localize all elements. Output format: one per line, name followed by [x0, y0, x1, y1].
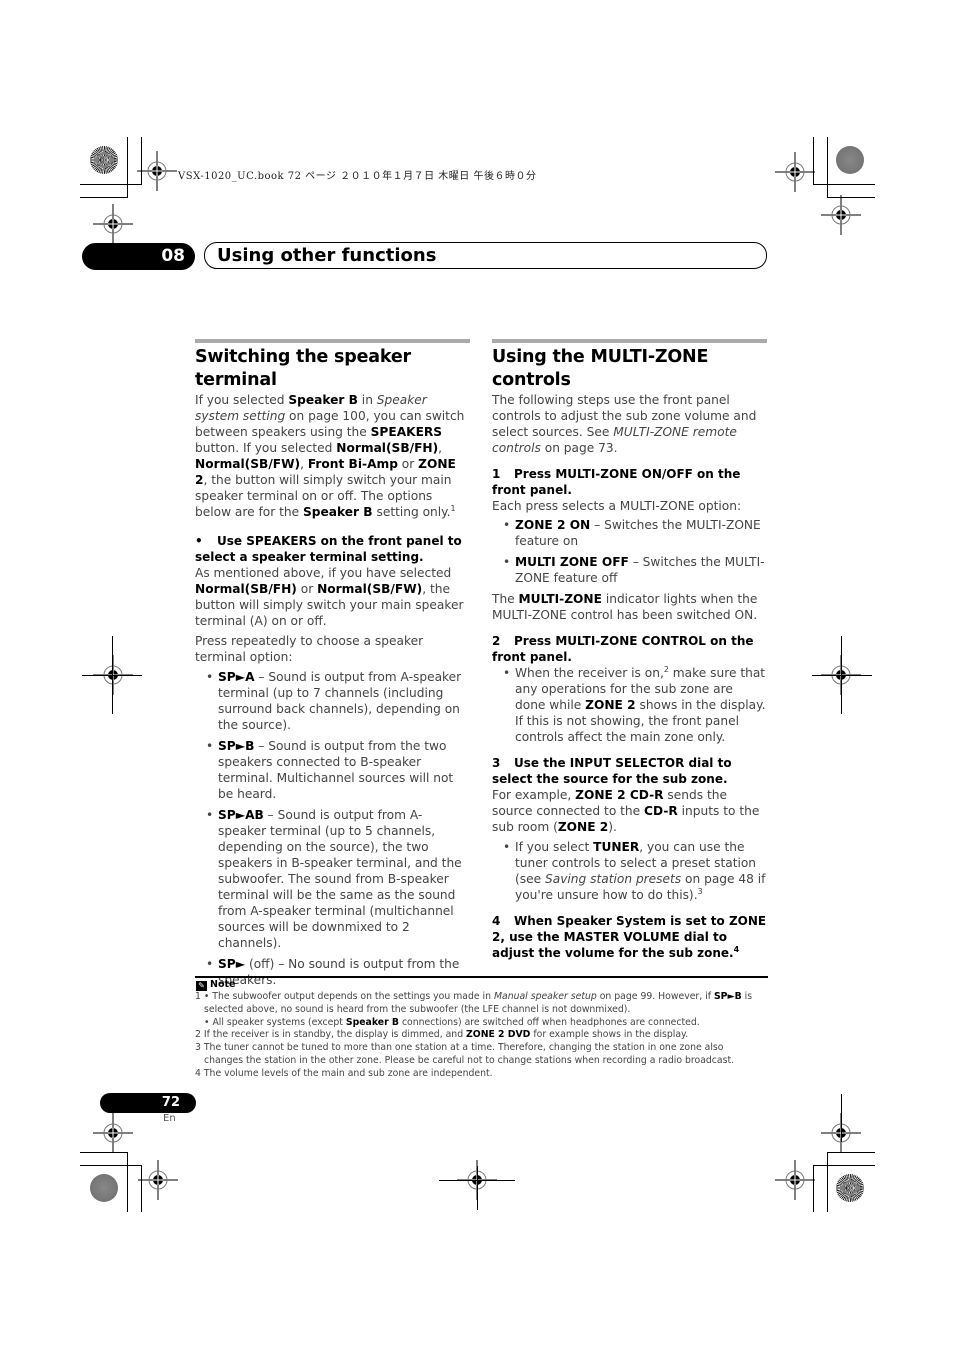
chapter-title: Using other functions — [217, 245, 437, 266]
crop-mark — [813, 184, 875, 185]
bullet-list: When the receiver is on,2 make sure that… — [492, 665, 767, 745]
intro-paragraph: If you selected Speaker B in Speaker sys… — [195, 393, 465, 519]
print-slug: VSX-1020_UC.book 72 ページ ２０１０年１月７日 木曜日 午後… — [178, 171, 537, 182]
paragraph: As mentioned above, if you have selected… — [195, 566, 464, 628]
registration-mark-icon — [137, 151, 177, 191]
step-heading: • Use SPEAKERS on the front panel to sele… — [195, 534, 462, 564]
footnote: selected above, no sound is heard from t… — [204, 1003, 631, 1015]
paragraph: Each press selects a MULTI-ZONE option: — [492, 499, 742, 513]
color-rosette-icon — [90, 1174, 118, 1202]
crop-mark — [127, 137, 128, 197]
color-rosette-icon — [836, 146, 864, 174]
registration-mark-icon — [93, 1113, 133, 1153]
registration-mark-icon — [821, 195, 861, 235]
section-title: Switching the speaker terminal — [195, 347, 411, 390]
registration-mark-icon — [93, 204, 133, 244]
list-item: ZONE 2 ON – Switches the MULTI-ZONE feat… — [492, 517, 767, 549]
list-item: SP►A – Sound is output from A-speaker te… — [195, 669, 470, 733]
paragraph: Press repeatedly to choose a speaker ter… — [195, 634, 424, 664]
paragraph: For example, ZONE 2 CD-R sends the sourc… — [492, 788, 760, 834]
crop-mark — [80, 197, 128, 198]
section-rule — [492, 339, 767, 343]
footnote-ref: 3 — [697, 886, 703, 896]
chapter-number: 08 — [82, 243, 195, 270]
intro-paragraph: The following steps use the front panel … — [492, 393, 757, 455]
pencil-note-icon: ✎ — [196, 981, 207, 991]
step-heading: 1 Press MULTI-ZONE ON/OFF on the front pa… — [492, 467, 741, 497]
footnote: 4 The volume levels of the main and sub … — [195, 1067, 493, 1079]
footnote: 1 • The subwoofer output depends on the … — [195, 991, 753, 1002]
step-heading: 4 When Speaker System is set to ZONE 2, u… — [492, 914, 767, 960]
color-rosette-icon — [836, 1174, 864, 1202]
footnote: • All speaker systems (except Speaker B … — [204, 1016, 700, 1028]
registration-mark-icon — [775, 152, 815, 192]
section-rule — [195, 339, 470, 343]
list-item: SP►AB – Sound is output from A-speaker t… — [195, 807, 470, 951]
speaker-options-list: SP►A – Sound is output from A-speaker te… — [195, 669, 470, 988]
list-item: SP► (off) – No sound is output from the … — [195, 956, 470, 988]
crop-mark — [841, 1094, 842, 1142]
crop-mark — [82, 675, 142, 676]
footnote: 3 The tuner cannot be tuned to more than… — [195, 1042, 724, 1054]
crop-mark — [827, 1152, 828, 1212]
step-heading: 3 Use the INPUT SELECTOR dial to select t… — [492, 756, 732, 786]
footnote-ref: 4 — [733, 945, 740, 954]
registration-mark-icon — [138, 1160, 178, 1200]
crop-mark — [80, 184, 142, 185]
list-item: When the receiver is on,2 make sure that… — [492, 665, 767, 745]
notes-heading: ✎ Note — [196, 978, 235, 991]
crop-mark — [827, 137, 828, 197]
registration-mark-icon — [775, 1160, 815, 1200]
footnote: changes the station in the other zone. P… — [204, 1054, 735, 1066]
paragraph: The MULTI-ZONE indicator lights when the… — [492, 592, 758, 622]
notes-rule — [195, 976, 768, 978]
page-language: En — [163, 1113, 176, 1124]
color-rosette-icon — [90, 146, 118, 174]
multizone-options-list: ZONE 2 ON – Switches the MULTI-ZONE feat… — [492, 517, 767, 586]
cross-reference: Saving station presets — [544, 872, 682, 886]
crop-mark — [80, 1165, 142, 1166]
footnote: 2 If the receiver is in standby, the dis… — [195, 1029, 689, 1041]
footnotes: 1 • The subwoofer output depends on the … — [195, 991, 775, 1081]
list-item: If you select TUNER, you can use the tun… — [492, 839, 767, 903]
list-item: MULTI ZONE OFF – Switches the MULTI-ZONE… — [492, 554, 767, 586]
crop-mark — [477, 1166, 478, 1210]
left-column: Switching the speaker terminal If you se… — [195, 339, 470, 993]
crop-mark — [812, 675, 872, 676]
step-heading: 2 Press MULTI-ZONE CONTROL on the front p… — [492, 634, 754, 664]
section-title: Using the MULTI-ZONE controls — [492, 347, 709, 390]
right-column: Using the MULTI-ZONE controls The follow… — [492, 339, 767, 961]
footnote-ref: 1 — [450, 503, 456, 513]
crop-mark — [813, 1165, 875, 1166]
page-number: 72 — [100, 1093, 196, 1113]
bullet-list: If you select TUNER, you can use the tun… — [492, 839, 767, 903]
crop-mark — [127, 1152, 128, 1212]
list-item: SP►B – Sound is output from the two spea… — [195, 738, 470, 802]
